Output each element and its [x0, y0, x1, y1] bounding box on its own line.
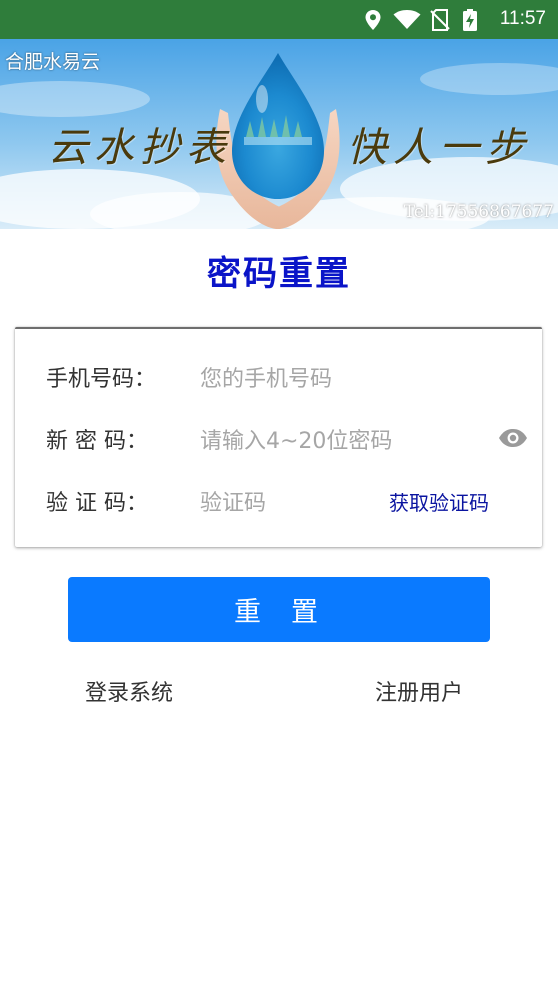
- banner-tel: Tel:17556867677: [403, 202, 554, 222]
- get-code-button[interactable]: 获取验证码: [389, 490, 489, 516]
- phone-row: 手机号码：: [15, 358, 542, 398]
- location-icon: [364, 9, 382, 35]
- code-input[interactable]: [200, 486, 370, 520]
- phone-label: 手机号码：: [46, 367, 157, 392]
- battery-charging-icon: [462, 9, 478, 35]
- password-row: 新 密 码：: [15, 420, 542, 460]
- password-label: 新 密 码：: [46, 429, 148, 454]
- page-title: 密码重置: [207, 254, 351, 294]
- banner-brand: 合肥水易云: [5, 51, 101, 73]
- banner: 合肥水易云 云水抄表 快人一步 Tel:17556867677: [0, 39, 558, 229]
- status-bar: 11:57: [0, 0, 558, 39]
- code-label: 验 证 码：: [46, 491, 148, 516]
- no-sim-icon: [430, 9, 450, 35]
- code-row: 验 证 码： 获取验证码: [15, 482, 542, 522]
- show-password-icon[interactable]: [498, 428, 528, 452]
- register-link[interactable]: 注册用户: [375, 680, 463, 708]
- password-input[interactable]: [200, 424, 480, 458]
- banner-slogan-right: 快人一步: [347, 125, 531, 171]
- wifi-icon: [393, 9, 421, 34]
- reset-button[interactable]: 重置: [68, 577, 490, 642]
- phone-input[interactable]: [200, 362, 480, 396]
- banner-slogan-left: 云水抄表: [48, 125, 232, 171]
- login-link[interactable]: 登录系统: [85, 680, 173, 708]
- status-time: 11:57: [499, 8, 546, 29]
- form-card: 手机号码： 新 密 码： 验 证 码： 获取验证码: [15, 327, 542, 547]
